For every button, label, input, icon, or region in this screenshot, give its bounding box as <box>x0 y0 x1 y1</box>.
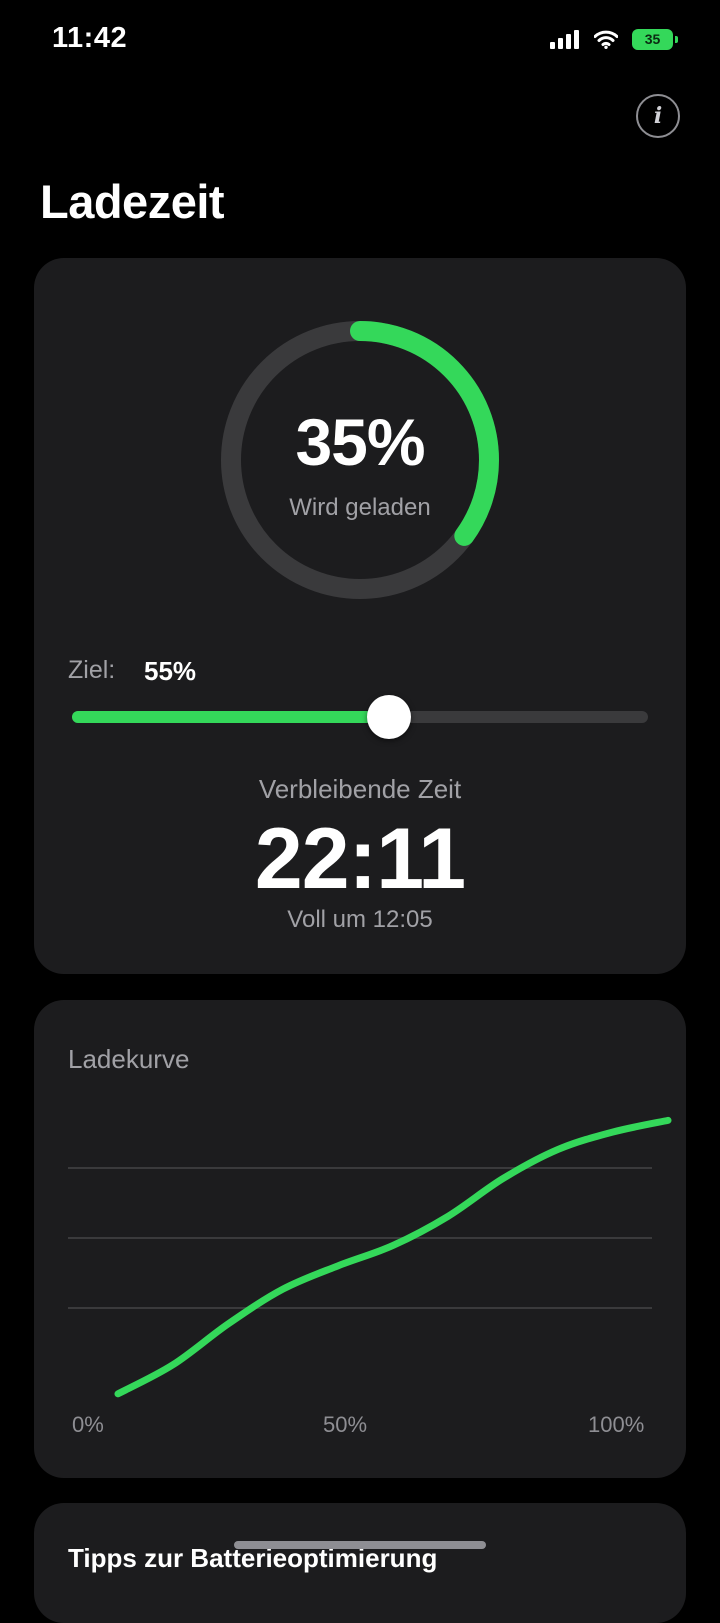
target-slider[interactable] <box>72 711 648 723</box>
full-at-time: Voll um 12:05 <box>287 906 433 933</box>
home-indicator[interactable] <box>234 1541 486 1549</box>
target-slider-fill <box>72 711 389 723</box>
charge-percent: 35% <box>295 405 425 479</box>
remaining-time: 22:11 <box>254 811 466 907</box>
battery-icon: 35 <box>632 29 678 50</box>
charge-curve-chart <box>68 1116 672 1398</box>
charge-status: Wird geladen <box>289 494 431 521</box>
cellular-signal-icon <box>550 30 579 49</box>
page-title: Ladezeit <box>40 175 225 228</box>
status-time: 11:42 <box>52 22 128 54</box>
x-tick-label: 50% <box>323 1412 368 1437</box>
battery-nub <box>675 36 678 43</box>
charge-curve-line <box>114 1116 672 1398</box>
remaining-time-label: Verbleibende Zeit <box>258 774 462 804</box>
tips-card[interactable]: Tipps zur Batterieoptimierung <box>34 1503 686 1623</box>
target-slider-thumb[interactable] <box>366 695 411 739</box>
target-label: Ziel: <box>68 656 116 684</box>
target-value: 55% <box>144 656 197 686</box>
x-tick-label: 100% <box>588 1412 645 1437</box>
wifi-icon <box>594 30 618 49</box>
x-tick-label: 0% <box>72 1412 104 1437</box>
charge-curve-card: Ladekurve 0% 50% 100% <box>34 1000 686 1478</box>
battery-level: 35 <box>632 29 673 50</box>
status-bar: 11:42 35 <box>0 0 720 80</box>
charge-card: 35% Wird geladen Ziel: 55% Verbleibende … <box>34 258 686 974</box>
info-icon[interactable]: i <box>636 94 680 138</box>
